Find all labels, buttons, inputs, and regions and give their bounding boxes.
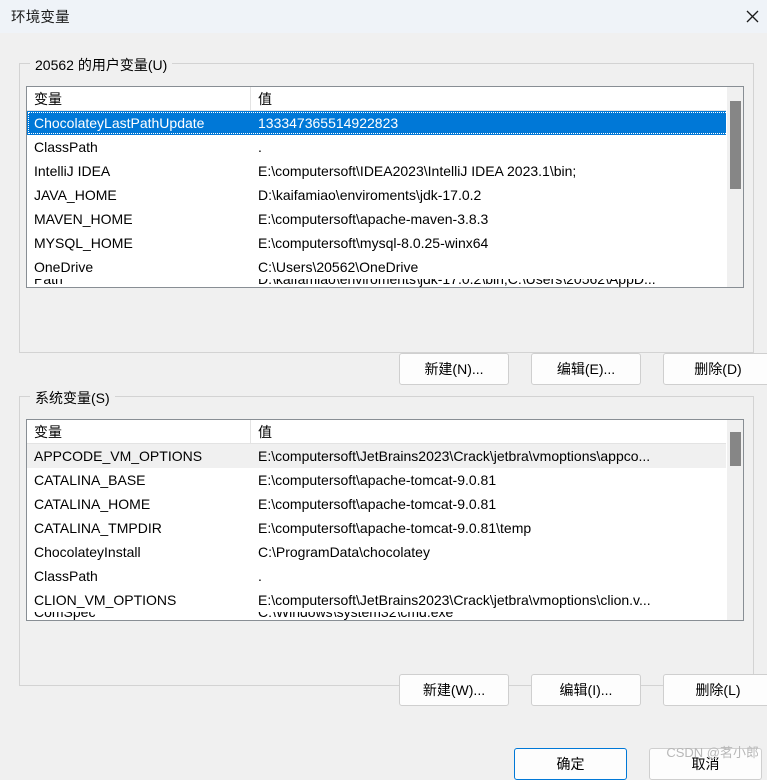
system-variable-name: CATALINA_BASE	[34, 472, 146, 488]
table-row[interactable]: MYSQL_HOME E:\computersoft\mysql-8.0.25-w…	[27, 231, 743, 255]
system-delete-button[interactable]: 删除(L)	[663, 674, 767, 706]
table-row[interactable]: CLION_VM_OPTIONS E:\computersoft\JetBrain…	[27, 588, 743, 612]
table-row[interactable]: ClassPath.	[27, 564, 743, 588]
system-variable-value: C:\Windows\system32\cmd.exe	[258, 612, 454, 620]
user-column-header-name[interactable]: 变量	[27, 87, 251, 110]
system-new-button[interactable]: 新建(W)...	[399, 674, 509, 706]
user-scrollbar-thumb[interactable]	[730, 101, 741, 189]
user-variable-value: .	[258, 139, 262, 155]
user-variable-value: E:\computersoft\IDEA2023\IntelliJ IDEA 2…	[258, 163, 577, 179]
user-variables-label: 20562 的用户变量(U)	[30, 55, 173, 75]
user-edit-button[interactable]: 编辑(E)...	[531, 353, 641, 385]
user-variable-name: Path	[34, 279, 63, 287]
user-variable-value: E:\computersoft\apache-maven-3.8.3	[258, 211, 489, 227]
table-row[interactable]: OneDrive C:\Users\20562\OneDrive	[27, 255, 743, 279]
system-variable-value: E:\computersoft\apache-tomcat-9.0.81	[258, 496, 497, 512]
ok-button[interactable]: 确定	[514, 748, 627, 780]
system-variable-name: ComSpec	[34, 612, 96, 620]
user-list-header: 变量 值	[27, 87, 743, 111]
system-edit-button[interactable]: 编辑(I)...	[531, 674, 641, 706]
user-list-rows: ChocolateyLastPathUpdate 1333473655149228…	[27, 111, 743, 287]
table-row[interactable]: ComSpec C:\Windows\system32\cmd.exe	[27, 612, 743, 620]
user-variable-name: IntelliJ IDEA	[34, 163, 111, 179]
table-row[interactable]: CATALINA_HOME E:\computersoft\apache-tomc…	[27, 492, 743, 516]
user-delete-button[interactable]: 删除(D)	[663, 353, 767, 385]
table-row[interactable]: ClassPath.	[27, 135, 743, 159]
user-variable-name: MYSQL_HOME	[34, 235, 133, 251]
table-row[interactable]: JAVA_HOME D:\kaifamiao\enviroments\jdk-17…	[27, 183, 743, 207]
user-variable-name: ClassPath	[34, 139, 98, 155]
system-list-rows: APPCODE_VM_OPTIONS E:\computersoft\JetBra…	[27, 444, 743, 620]
user-buttons-row: 新建(N)... 编辑(E)... 删除(D)	[399, 353, 767, 385]
system-column-header-name[interactable]: 变量	[27, 420, 251, 443]
table-row[interactable]: APPCODE_VM_OPTIONS E:\computersoft\JetBra…	[27, 444, 743, 468]
user-variable-name: JAVA_HOME	[34, 187, 117, 203]
table-row[interactable]: ChocolateyInstall C:\ProgramData\chocolat…	[27, 540, 743, 564]
user-variable-value: 133347365514922823	[258, 115, 399, 131]
system-list-header: 变量 值	[27, 420, 743, 444]
close-icon[interactable]	[737, 0, 767, 33]
user-variables-group: 20562 的用户变量(U) 变量 值 ChocolateyLastPathUp…	[19, 55, 754, 353]
user-column-header-value[interactable]: 值	[251, 87, 743, 110]
user-variable-name: OneDrive	[34, 259, 94, 275]
system-variable-name: ClassPath	[34, 568, 98, 584]
user-new-button[interactable]: 新建(N)...	[399, 353, 509, 385]
system-list-scrollbar[interactable]	[726, 420, 743, 620]
system-buttons-row: 新建(W)... 编辑(I)... 删除(L)	[399, 674, 767, 706]
table-row[interactable]: Path D:\kaifamiao\enviroments\jdk-17.0.2\…	[27, 279, 743, 287]
system-scrollbar-thumb[interactable]	[730, 432, 741, 466]
system-variable-value: C:\ProgramData\chocolatey	[258, 544, 430, 560]
system-variables-label: 系统变量(S)	[30, 388, 115, 408]
table-row[interactable]: CATALINA_TMPDIR E:\computersoft\apache-to…	[27, 516, 743, 540]
user-variable-value: D:\kaifamiao\enviroments\jdk-17.0.2\bin;…	[258, 279, 656, 287]
title-bar: 环境变量	[0, 0, 767, 33]
system-variable-name: CATALINA_HOME	[34, 496, 151, 512]
system-variable-name: CATALINA_TMPDIR	[34, 520, 162, 536]
user-variables-list[interactable]: 变量 值 ChocolateyLastPathUpdate 13334736551…	[26, 86, 744, 288]
system-variable-value: E:\computersoft\apache-tomcat-9.0.81\tem…	[258, 520, 532, 536]
table-row[interactable]: MAVEN_HOME E:\computersoft\apache-maven-3…	[27, 207, 743, 231]
watermark: CSDN @茗小郎	[666, 745, 759, 760]
system-variable-value: E:\computersoft\JetBrains2023\Crack\jetb…	[258, 448, 651, 464]
user-variable-value: D:\kaifamiao\enviroments\jdk-17.0.2	[258, 187, 482, 203]
system-variable-value: E:\computersoft\JetBrains2023\Crack\jetb…	[258, 592, 651, 608]
table-row[interactable]: CATALINA_BASE E:\computersoft\apache-tomc…	[27, 468, 743, 492]
system-variable-name: ChocolateyInstall	[34, 544, 141, 560]
system-variables-group: 系统变量(S) 变量 值 APPCODE_VM_OPTIONS E:\comput…	[19, 388, 754, 686]
user-variable-value: C:\Users\20562\OneDrive	[258, 259, 419, 275]
user-variable-value: E:\computersoft\mysql-8.0.25-winx64	[258, 235, 489, 251]
system-variable-value: E:\computersoft\apache-tomcat-9.0.81	[258, 472, 497, 488]
user-list-scrollbar[interactable]	[726, 87, 743, 287]
system-variable-name: CLION_VM_OPTIONS	[34, 592, 177, 608]
system-variable-name: APPCODE_VM_OPTIONS	[34, 448, 203, 464]
user-variable-name: MAVEN_HOME	[34, 211, 133, 227]
system-variables-list[interactable]: 变量 值 APPCODE_VM_OPTIONS E:\computersoft\J…	[26, 419, 744, 621]
table-row[interactable]: IntelliJ IDEA E:\computersoft\IDEA2023\In…	[27, 159, 743, 183]
system-column-header-value[interactable]: 值	[251, 420, 743, 443]
table-row[interactable]: ChocolateyLastPathUpdate 1333473655149228…	[27, 111, 743, 135]
window-title: 环境变量	[11, 10, 70, 26]
dialog-body: 20562 的用户变量(U) 变量 值 ChocolateyLastPathUp…	[0, 33, 767, 780]
system-variable-value: .	[258, 568, 262, 584]
user-variable-name: ChocolateyLastPathUpdate	[34, 115, 205, 131]
